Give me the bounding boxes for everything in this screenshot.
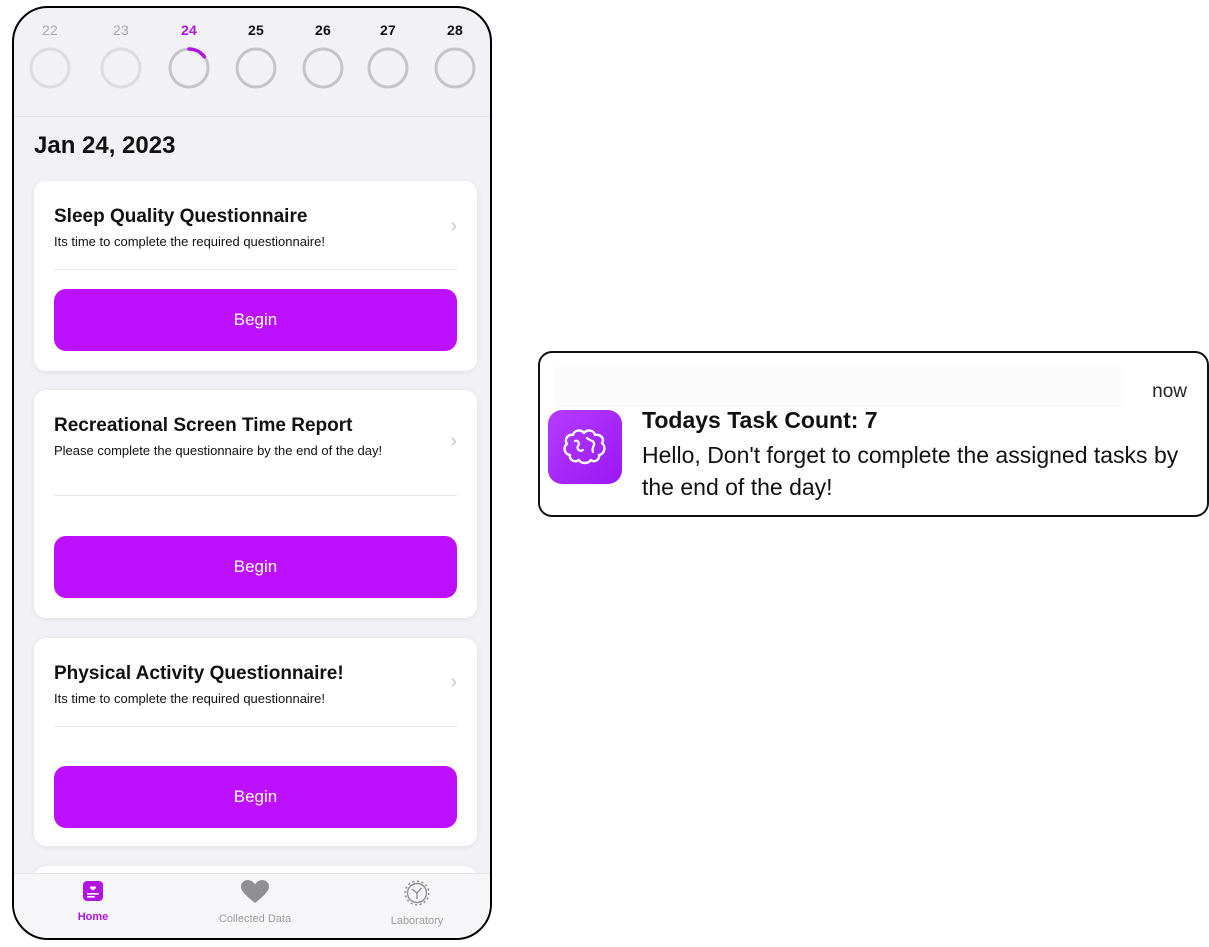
notification-banner[interactable]: now Todays Task Count: 7 Hello, Don't fo…: [538, 351, 1209, 517]
progress-ring-icon: [367, 47, 409, 89]
notification-body: Hello, Don't forget to complete the assi…: [642, 442, 1179, 500]
notification-title: Todays Task Count: 7: [642, 407, 878, 433]
card-title: Recreational Screen Time Report: [54, 415, 353, 436]
day-23[interactable]: 23: [99, 8, 143, 90]
task-card-sleep-quality[interactable]: Sleep Quality Questionnaire Its time to …: [34, 181, 477, 371]
progress-ring-icon: [434, 47, 476, 89]
week-strip-divider: [14, 116, 490, 117]
progress-ring-icon: [100, 47, 142, 89]
begin-button[interactable]: Begin: [54, 289, 457, 351]
chevron-right-icon: ›: [450, 430, 457, 452]
app-icon: [548, 410, 622, 484]
card-title: Sleep Quality Questionnaire: [54, 206, 308, 227]
card-subtitle: Its time to complete the required questi…: [54, 234, 325, 249]
card-divider: [54, 495, 457, 496]
chevron-right-icon: ›: [450, 215, 457, 237]
task-card-physical-activity[interactable]: Physical Activity Questionnaire! Its tim…: [34, 638, 477, 846]
day-28[interactable]: 28: [433, 8, 477, 90]
week-strip: 22 23 24 25 26 27 28: [14, 8, 490, 116]
progress-ring-icon: [302, 47, 344, 89]
progress-ring-icon: [168, 47, 210, 89]
day-number: 25: [248, 22, 264, 38]
day-27[interactable]: 27: [366, 8, 410, 90]
tab-label: Home: [77, 911, 109, 923]
day-number: 24: [181, 22, 197, 38]
day-number: 28: [447, 22, 463, 38]
day-25[interactable]: 25: [234, 8, 278, 90]
day-26[interactable]: 26: [301, 8, 345, 90]
day-number: 26: [315, 22, 331, 38]
home-icon: [83, 881, 103, 901]
day-22[interactable]: 22: [28, 8, 72, 90]
brain-icon: [563, 429, 606, 465]
heart-icon: [241, 880, 269, 903]
day-24[interactable]: 24: [167, 8, 211, 90]
card-subtitle: Please complete the questionnaire by the…: [54, 443, 383, 458]
tab-bar: Home Collected Data Laboratory: [14, 873, 490, 938]
date-heading: Jan 24, 2023: [34, 132, 176, 159]
day-number: 22: [42, 22, 58, 38]
tab-collected-data[interactable]: Collected Data: [200, 880, 310, 925]
tab-home[interactable]: Home: [38, 880, 148, 923]
gear-icon: [404, 880, 430, 906]
tab-label: Collected Data: [218, 913, 292, 925]
tab-laboratory[interactable]: Laboratory: [362, 880, 472, 927]
day-number: 23: [113, 22, 129, 38]
chevron-right-icon: ›: [450, 671, 457, 693]
card-divider: [54, 269, 457, 270]
progress-ring-icon: [235, 47, 277, 89]
notification-time: now: [1152, 381, 1187, 402]
day-number: 27: [380, 22, 396, 38]
begin-button[interactable]: Begin: [54, 536, 457, 598]
tab-label: Laboratory: [390, 915, 444, 927]
card-subtitle: Its time to complete the required questi…: [54, 691, 325, 706]
card-title: Physical Activity Questionnaire!: [54, 663, 344, 684]
begin-button[interactable]: Begin: [54, 766, 457, 828]
card-divider: [54, 726, 457, 727]
progress-ring-icon: [29, 47, 71, 89]
task-card-screen-time[interactable]: Recreational Screen Time Report Please c…: [34, 390, 477, 618]
notification-header-bar: [554, 367, 1124, 407]
phone-screen: 22 23 24 25 26 27 28 Jan 24, 2023 Sleep …: [12, 6, 492, 940]
